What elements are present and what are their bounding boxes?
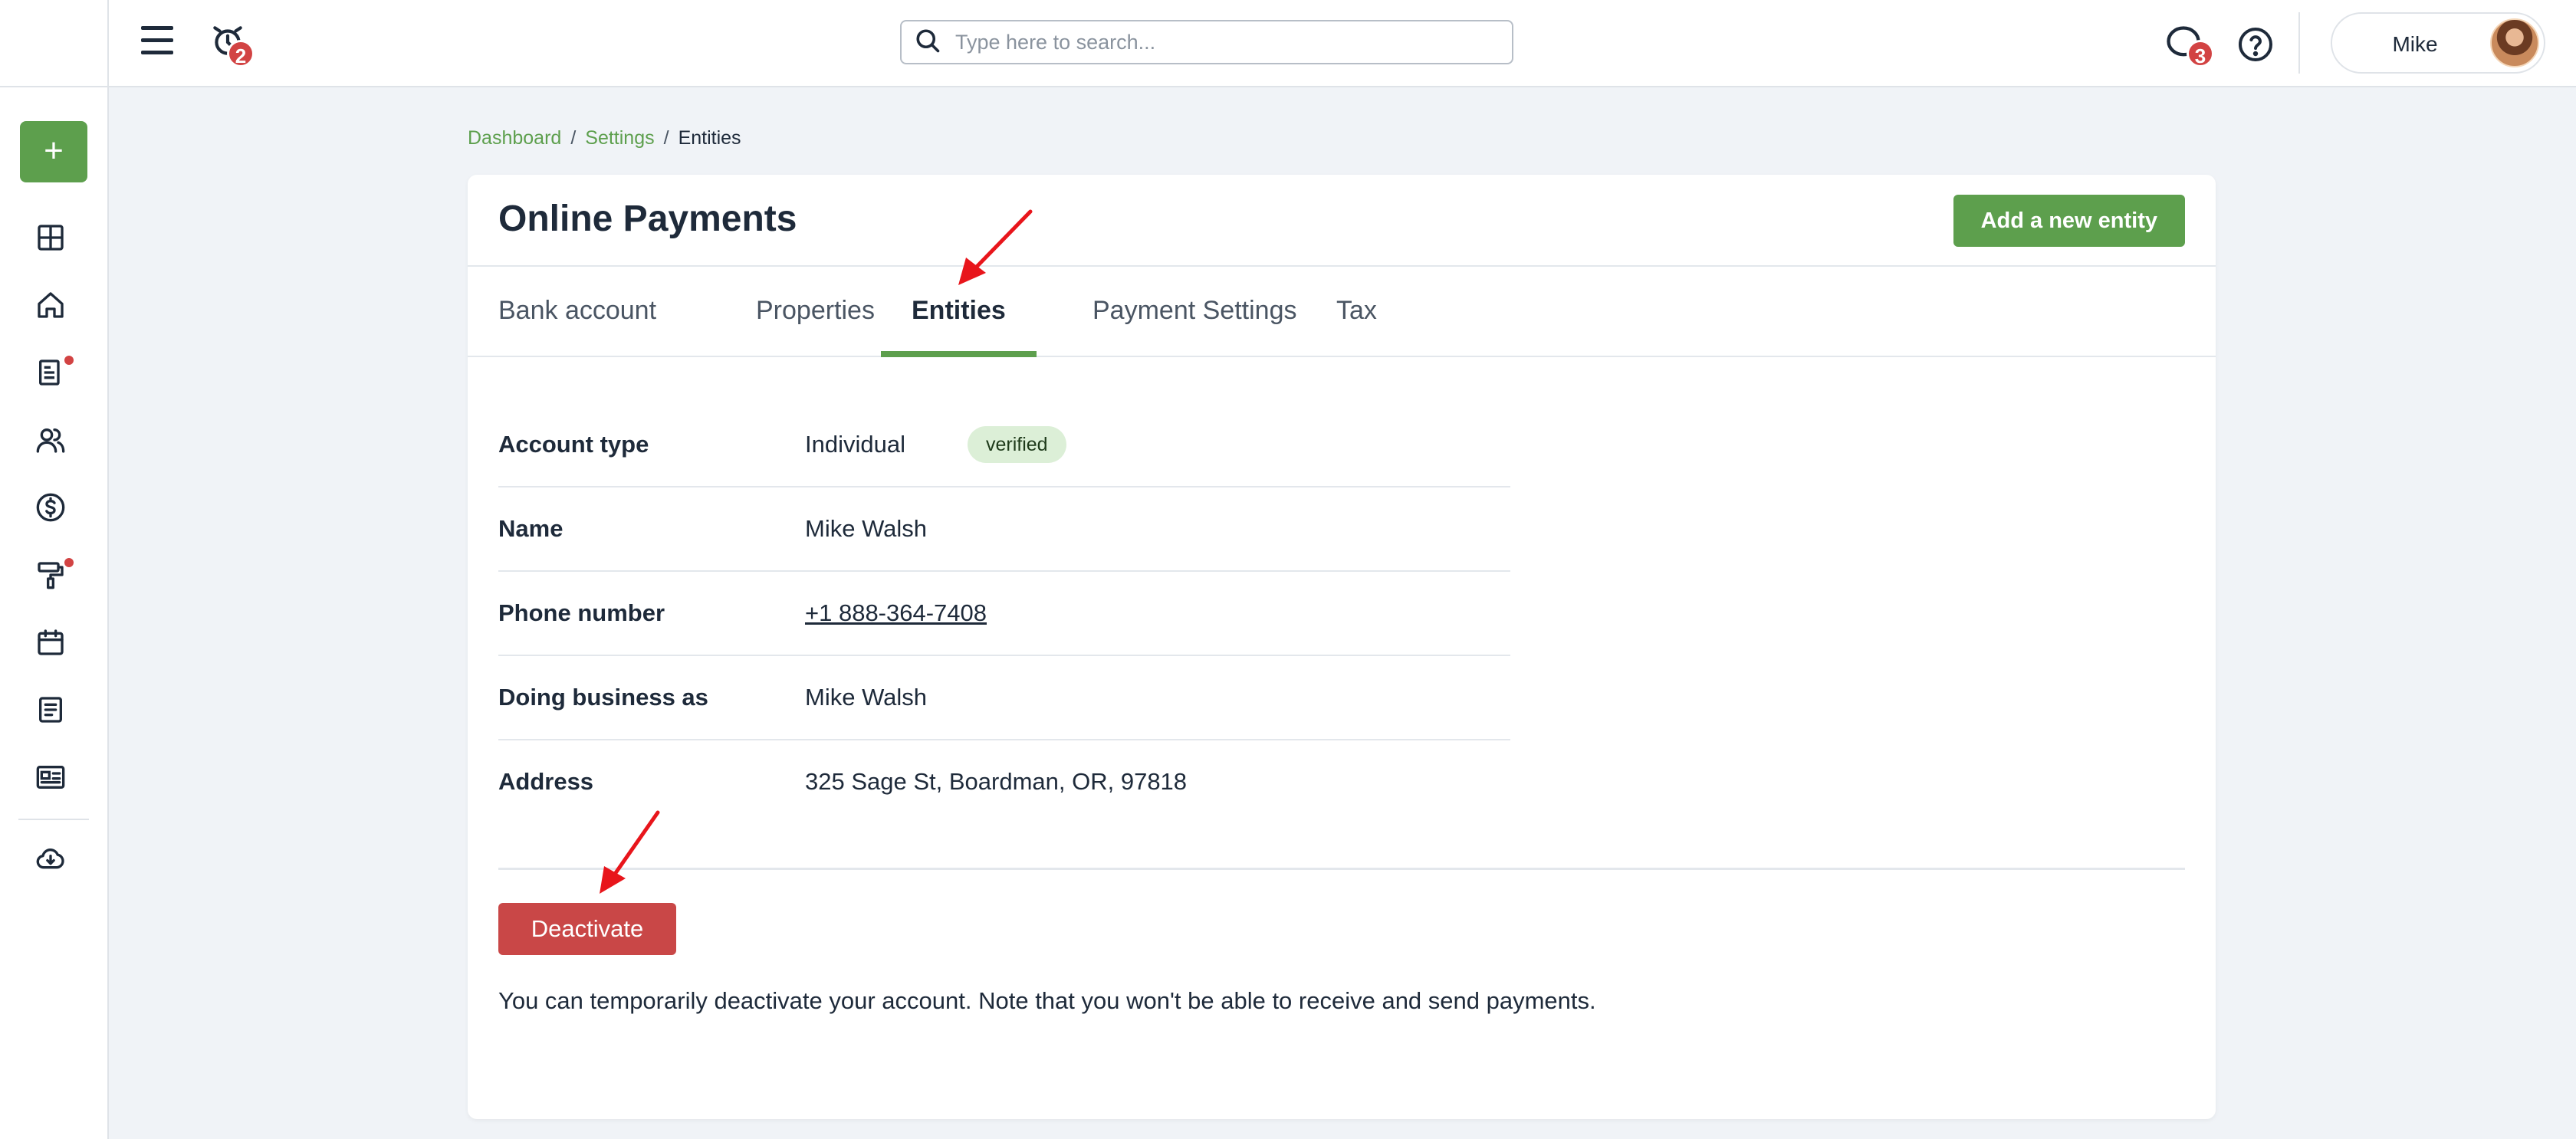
detail-label: Name [498, 515, 564, 542]
tab-properties[interactable]: Properties [725, 267, 905, 357]
breadcrumb-separator: / [570, 127, 577, 149]
section-divider [498, 868, 2185, 870]
search-input[interactable] [955, 30, 1492, 54]
tab-tax[interactable]: Tax [1306, 267, 1408, 357]
help-icon[interactable] [2237, 26, 2274, 63]
logo-area [0, 0, 109, 87]
people-icon[interactable] [35, 425, 72, 461]
top-bar: 2 3 Mike [0, 0, 2576, 87]
messages-badge: 3 [2187, 40, 2214, 67]
menu-icon[interactable] [141, 26, 175, 57]
notes-icon[interactable] [35, 694, 72, 731]
topbar-divider [2298, 12, 2300, 74]
search-box[interactable] [900, 20, 1513, 64]
annotation-arrow-icon [958, 209, 1033, 285]
phone-link[interactable]: +1 888-364-7408 [805, 599, 987, 627]
entity-details: Account type Individual verified Name Mi… [498, 403, 1510, 825]
detail-row-phone: Phone number +1 888-364-7408 [498, 572, 1510, 656]
avatar [2490, 18, 2539, 67]
sidebar: + [0, 87, 109, 1139]
sidebar-divider [18, 819, 89, 820]
tab-bar: Bank account Properties Entities Payment… [468, 265, 2216, 357]
leases-alert-dot [64, 356, 74, 365]
search-icon [914, 27, 941, 58]
deactivate-button[interactable]: Deactivate [498, 903, 676, 955]
annotation-arrow-icon [600, 810, 660, 894]
add-entity-button[interactable]: Add a new entity [1953, 195, 2185, 247]
alarm-clock-icon[interactable]: 2 [209, 21, 255, 67]
detail-label: Doing business as [498, 684, 708, 711]
maintenance-icon[interactable] [35, 558, 74, 596]
cloud-download-icon[interactable] [35, 843, 72, 880]
dashboard-icon[interactable] [35, 222, 72, 259]
detail-row-name: Name Mike Walsh [498, 487, 1510, 572]
status-badge: verified [968, 426, 1066, 463]
detail-label: Phone number [498, 599, 665, 626]
breadcrumb-settings[interactable]: Settings [585, 127, 654, 149]
home-icon[interactable] [35, 290, 72, 327]
tab-payment-settings[interactable]: Payment Settings [1062, 267, 1327, 357]
breadcrumb-dashboard[interactable]: Dashboard [468, 127, 561, 149]
detail-row-dba: Doing business as Mike Walsh [498, 656, 1510, 740]
notification-badge: 2 [227, 40, 255, 67]
user-menu[interactable]: Mike [2331, 12, 2545, 74]
online-payments-card: Online Payments Add a new entity Bank ac… [468, 175, 2216, 1119]
leases-icon[interactable] [35, 356, 74, 394]
breadcrumb-separator: / [663, 127, 669, 149]
detail-label: Account type [498, 431, 649, 458]
detail-value: Mike Walsh [805, 684, 928, 711]
detail-row-account-type: Account type Individual verified [498, 403, 1510, 487]
detail-label: Address [498, 768, 594, 795]
breadcrumb: Dashboard / Settings / Entities [468, 127, 741, 149]
tab-bank-account[interactable]: Bank account [468, 267, 687, 357]
reports-icon[interactable] [35, 762, 72, 799]
breadcrumb-current: Entities [678, 127, 741, 149]
chat-icon[interactable]: 3 [2164, 23, 2214, 69]
detail-value: 325 Sage St, Boardman, OR, 97818 [805, 768, 1188, 795]
add-button[interactable]: + [20, 121, 87, 182]
calendar-icon[interactable] [35, 627, 72, 664]
user-name: Mike [2392, 32, 2438, 56]
detail-value: Mike Walsh [805, 515, 928, 542]
deactivate-note: You can temporarily deactivate your acco… [498, 987, 1596, 1014]
detail-value: Individual [805, 431, 905, 458]
money-icon[interactable] [35, 492, 72, 529]
maintenance-alert-dot [64, 558, 74, 567]
page-title: Online Payments [498, 199, 797, 239]
